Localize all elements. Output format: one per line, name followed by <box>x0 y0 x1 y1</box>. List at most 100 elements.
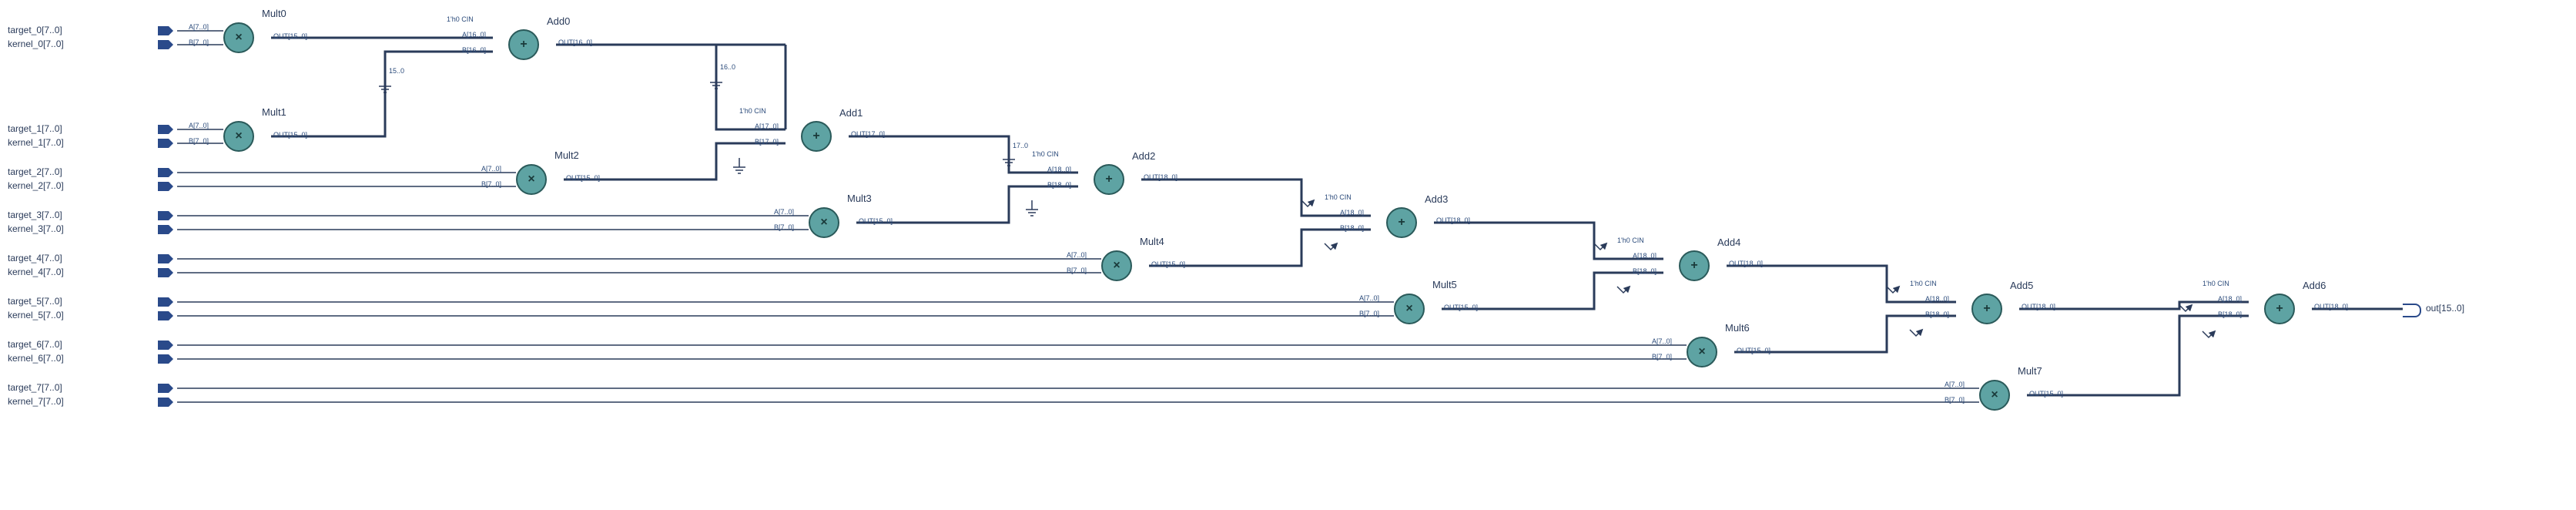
mult-icon: × <box>1698 345 1705 359</box>
mult5-node[interactable]: × <box>1394 294 1425 324</box>
block-title-add3: Add3 <box>1425 193 1448 205</box>
add1-cin: 1'h0 CIN <box>739 107 766 115</box>
out-port-icon <box>2403 304 2421 317</box>
pin-label-kernel_6: kernel_6[7..0] <box>8 353 64 364</box>
block-title-add6: Add6 <box>2303 280 2326 291</box>
block-title-mult0: Mult0 <box>262 8 286 19</box>
mult7-node[interactable]: × <box>1979 380 2010 411</box>
add5-port-out: OUT[18..0] <box>2022 303 2055 310</box>
block-title-add4: Add4 <box>1717 237 1740 248</box>
block-title-mult4: Mult4 <box>1140 236 1164 247</box>
mult2-port-a: A[7..0] <box>481 165 501 173</box>
mult5-port-a: A[7..0] <box>1359 294 1379 302</box>
block-title-add1: Add1 <box>839 107 863 119</box>
mult3-port-a: A[7..0] <box>774 208 794 216</box>
block-title-add0: Add0 <box>547 15 570 27</box>
mult0-port-b: B[7..0] <box>189 39 209 46</box>
mult4-port-out: OUT[15..0] <box>1151 260 1185 268</box>
mult-icon: × <box>528 173 534 186</box>
mult6-port-a: A[7..0] <box>1652 337 1672 345</box>
mult6-port-out: OUT[15..0] <box>1737 347 1770 354</box>
pin-label-kernel_7: kernel_7[7..0] <box>8 396 64 407</box>
add-icon: + <box>1983 302 1990 316</box>
mult7-port-b: B[7..0] <box>1945 396 1965 404</box>
add3-port-a: A[18..0] <box>1340 209 1364 216</box>
add4-port-out: OUT[18..0] <box>1729 260 1763 267</box>
mult-icon: × <box>820 216 827 230</box>
add2-port-b: B[18..0] <box>1047 181 1071 189</box>
pin-label-kernel_1: kernel_1[7..0] <box>8 137 64 148</box>
out-port-label: out[15..0] <box>2426 303 2464 314</box>
pin-label-kernel_0: kernel_0[7..0] <box>8 39 64 49</box>
mult6-port-b: B[7..0] <box>1652 353 1672 361</box>
mult0-node[interactable]: × <box>223 22 254 53</box>
pin-label-kernel_4: kernel_4[7..0] <box>8 267 64 277</box>
mult4-node[interactable]: × <box>1101 250 1132 281</box>
add1-node[interactable]: + <box>801 121 832 152</box>
mult-icon: × <box>1405 302 1412 316</box>
pin-label-kernel_2: kernel_2[7..0] <box>8 180 64 191</box>
block-title-mult1: Mult1 <box>262 106 286 118</box>
add0-port-b: B[16..0] <box>462 46 486 54</box>
mult1-port-a: A[7..0] <box>189 122 209 129</box>
mult4-port-a: A[7..0] <box>1067 251 1087 259</box>
add6-node[interactable]: + <box>2264 294 2295 324</box>
block-title-add2: Add2 <box>1132 150 1155 162</box>
add-icon: + <box>520 38 527 52</box>
add5-cin: 1'h0 CIN <box>1910 280 1937 287</box>
block-title-mult3: Mult3 <box>847 193 872 204</box>
add-icon: + <box>1398 216 1405 230</box>
add3-node[interactable]: + <box>1386 207 1417 238</box>
add3-cin: 1'h0 CIN <box>1325 193 1352 201</box>
add6-port-a: A[18..0] <box>2218 295 2242 303</box>
svg-text:16..0: 16..0 <box>720 63 735 71</box>
mult-icon: × <box>235 31 242 45</box>
block-title-mult6: Mult6 <box>1725 322 1750 334</box>
mult-icon: × <box>1991 388 1998 402</box>
add2-port-a: A[18..0] <box>1047 166 1071 173</box>
pin-label-target_6: target_6[7..0] <box>8 339 62 350</box>
add5-port-a: A[18..0] <box>1925 295 1949 303</box>
add-icon: + <box>1690 259 1697 273</box>
pin-label-target_0: target_0[7..0] <box>8 25 62 35</box>
add4-port-a: A[18..0] <box>1633 252 1656 260</box>
mult2-node[interactable]: × <box>516 164 547 195</box>
add1-port-out: OUT[17..0] <box>851 130 885 138</box>
mult6-node[interactable]: × <box>1687 337 1717 367</box>
block-title-mult2: Mult2 <box>554 149 579 161</box>
add2-node[interactable]: + <box>1094 164 1124 195</box>
block-title-mult7: Mult7 <box>2018 365 2042 377</box>
add0-cin: 1'h0 CIN <box>447 15 474 23</box>
mult1-port-b: B[7..0] <box>189 137 209 145</box>
add0-node[interactable]: + <box>508 29 539 60</box>
add3-port-out: OUT[18..0] <box>1436 216 1470 224</box>
mult3-port-b: B[7..0] <box>774 223 794 231</box>
add-icon: + <box>2276 302 2283 316</box>
schematic-canvas: 15..0 16..0 17..0 <box>0 0 2576 510</box>
add5-node[interactable]: + <box>1971 294 2002 324</box>
mult5-port-b: B[7..0] <box>1359 310 1379 317</box>
wire-layer: 15..0 16..0 17..0 <box>0 0 2576 510</box>
block-title-mult5: Mult5 <box>1432 279 1457 290</box>
pin-label-target_2: target_2[7..0] <box>8 166 62 177</box>
add6-port-b: B[18..0] <box>2218 310 2242 318</box>
add4-port-b: B[18..0] <box>1633 267 1656 275</box>
add6-cin: 1'h0 CIN <box>2202 280 2229 287</box>
pin-label-target_3: target_3[7..0] <box>8 210 62 220</box>
mult3-node[interactable]: × <box>809 207 839 238</box>
mult1-port-out: OUT[15..0] <box>273 131 307 139</box>
svg-text:17..0: 17..0 <box>1013 142 1028 149</box>
mult1-node[interactable]: × <box>223 121 254 152</box>
add2-port-out: OUT[18..0] <box>1144 173 1177 181</box>
mult-icon: × <box>1113 259 1120 273</box>
add4-node[interactable]: + <box>1679 250 1710 281</box>
add3-port-b: B[18..0] <box>1340 224 1364 232</box>
pin-label-kernel_5: kernel_5[7..0] <box>8 310 64 320</box>
pin-label-target_7: target_7[7..0] <box>8 382 62 393</box>
mult-icon: × <box>235 129 242 143</box>
add5-port-b: B[18..0] <box>1925 310 1949 318</box>
mult3-port-out: OUT[15..0] <box>859 217 893 225</box>
pin-label-target_5: target_5[7..0] <box>8 296 62 307</box>
pin-label-target_4: target_4[7..0] <box>8 253 62 263</box>
add6-port-out: OUT[18..0] <box>2314 303 2348 310</box>
